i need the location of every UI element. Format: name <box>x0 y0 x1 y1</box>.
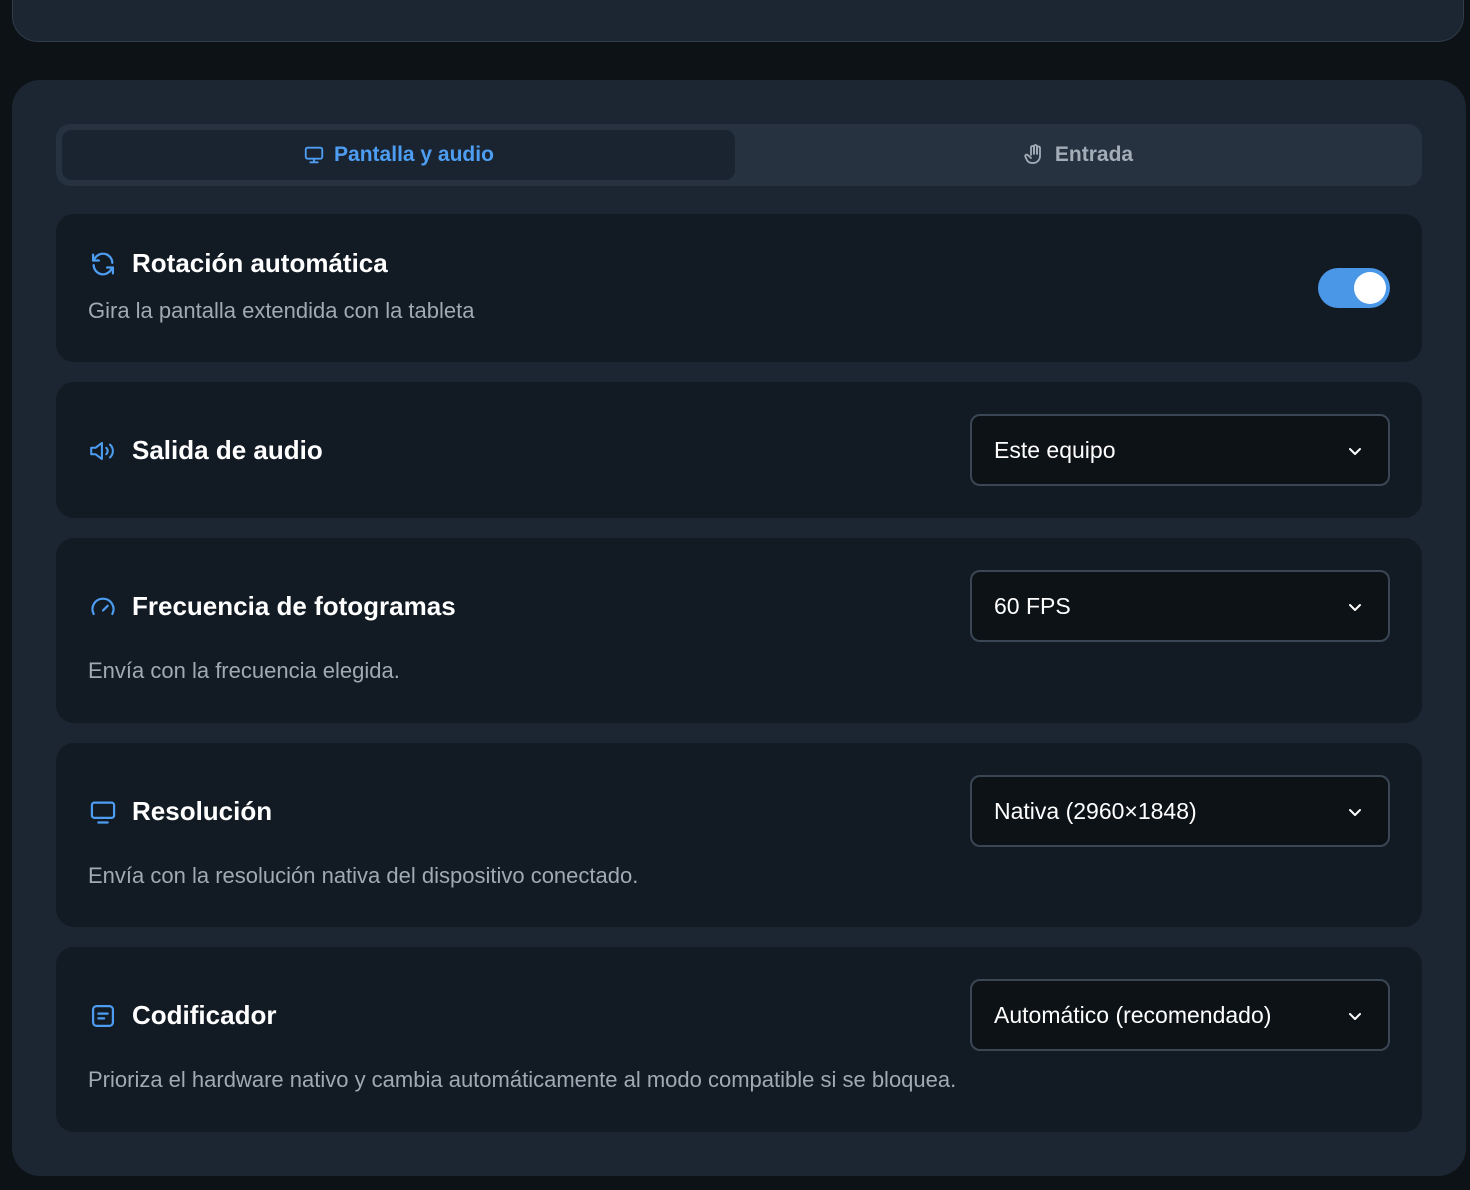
resolution-setting-title: Resolución <box>132 796 273 826</box>
chevron-down-icon <box>1346 803 1364 821</box>
tab-display-audio[interactable]: Pantalla y audio <box>62 130 735 180</box>
chevron-down-icon <box>1346 442 1364 460</box>
settings-panel: Pantalla y audio Entrada Rotación automá… <box>12 80 1466 1176</box>
rotation-setting-header: Rotación automática <box>88 248 388 279</box>
display-icon <box>88 797 118 827</box>
previous-section-card <box>12 0 1464 42</box>
audio-output-setting-title: Salida de audio <box>132 435 323 465</box>
encoder-select-value: Automático (recomendado) <box>994 1001 1272 1028</box>
encoder-setting-header: Codificador <box>88 1000 276 1031</box>
monitor-icon <box>303 144 325 166</box>
resolution-setting-card: Resolución Nativa (2960×1848) Envía con … <box>56 743 1422 927</box>
rotate-icon <box>88 249 118 279</box>
framerate-setting-header: Frecuencia de fotogramas <box>88 591 456 622</box>
audio-output-select[interactable]: Este equipo <box>970 414 1390 486</box>
rotation-toggle[interactable] <box>1318 268 1390 308</box>
tab-input-label: Entrada <box>1054 143 1134 166</box>
speaker-icon <box>88 436 118 466</box>
gauge-icon <box>88 592 118 622</box>
tab-display-audio-label: Pantalla y audio <box>334 143 494 166</box>
audio-output-select-value: Este equipo <box>994 436 1116 463</box>
framerate-select[interactable]: 60 FPS <box>970 570 1390 642</box>
encoder-setting-card: Codificador Automático (recomendado) Pri… <box>56 947 1422 1132</box>
audio-output-setting-card: Salida de audio Este equipo <box>56 382 1422 518</box>
rotation-setting-card: Rotación automática Gira la pantalla ext… <box>56 214 1422 362</box>
toggle-knob <box>1354 272 1386 304</box>
tab-input[interactable]: Entrada <box>739 130 1416 180</box>
resolution-select[interactable]: Nativa (2960×1848) <box>970 775 1390 847</box>
resolution-setting-description: Envía con la resolución nativa del dispo… <box>88 863 639 888</box>
hand-pointer-icon <box>1022 143 1046 167</box>
chevron-down-icon <box>1346 598 1364 616</box>
framerate-setting-card: Frecuencia de fotogramas 60 FPS Envía co… <box>56 538 1422 723</box>
encoder-setting-description: Prioriza el hardware nativo y cambia aut… <box>88 1067 957 1092</box>
rotation-setting-title: Rotación automática <box>132 248 388 278</box>
chevron-down-icon <box>1346 1007 1364 1025</box>
resolution-setting-header: Resolución <box>88 796 272 827</box>
encoder-setting-title: Codificador <box>132 1000 277 1030</box>
resolution-select-value: Nativa (2960×1848) <box>994 797 1197 824</box>
encoder-select[interactable]: Automático (recomendado) <box>970 979 1390 1051</box>
framerate-select-value: 60 FPS <box>994 592 1071 619</box>
rotation-setting-description: Gira la pantalla extendida con la tablet… <box>88 298 475 323</box>
framerate-setting-title: Frecuencia de fotogramas <box>132 591 456 621</box>
framerate-setting-description: Envía con la frecuencia elegida. <box>88 658 400 683</box>
encoder-icon <box>88 1001 118 1031</box>
tab-bar: Pantalla y audio Entrada <box>56 124 1422 186</box>
audio-output-setting-header: Salida de audio <box>88 435 323 466</box>
